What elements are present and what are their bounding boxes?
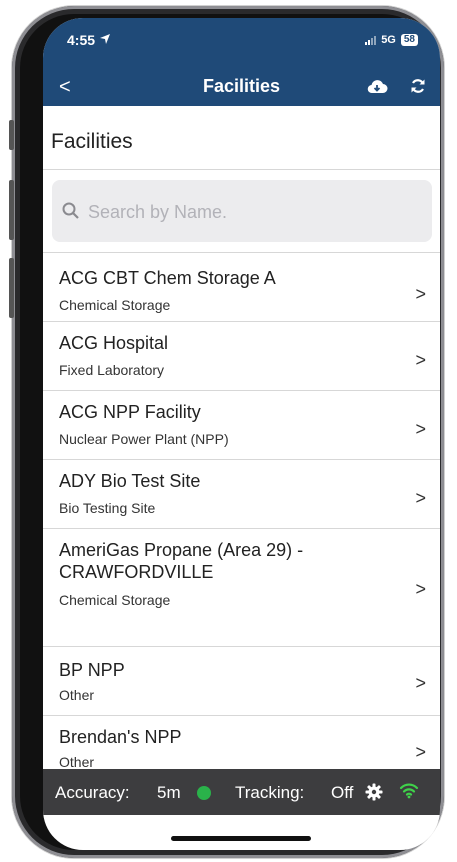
facility-type: Chemical Storage <box>59 297 171 313</box>
list-item[interactable]: AmeriGas Propane (Area 29) - CRAWFORDVIL… <box>43 529 440 647</box>
search-input[interactable] <box>86 194 420 230</box>
tracking-value: Off <box>331 783 354 802</box>
tracking-settings-button[interactable] <box>365 783 383 806</box>
chevron-right-icon: > <box>415 419 426 439</box>
facility-type: Other <box>59 687 95 703</box>
section-heading: Facilities <box>43 106 440 170</box>
status-time: 4:55 <box>67 32 111 48</box>
facility-type: Fixed Laboratory <box>59 362 165 378</box>
list-item[interactable]: ADY Bio Test Site Bio Testing Site > <box>43 460 440 529</box>
status-indicators: 5G 58 <box>365 34 418 46</box>
accuracy-label: Accuracy: <box>55 783 130 802</box>
location-arrow-icon <box>99 34 110 44</box>
facility-name: ACG Hospital <box>59 333 169 353</box>
tracking-label: Tracking: <box>235 783 305 802</box>
facility-type: Nuclear Power Plant (NPP) <box>59 431 229 447</box>
gear-icon <box>365 783 383 801</box>
chevron-right-icon: > <box>415 579 426 599</box>
home-indicator[interactable] <box>171 836 311 841</box>
network-type: 5G <box>381 34 396 46</box>
section-heading-text: Facilities <box>51 130 133 153</box>
facility-type: Bio Testing Site <box>59 500 156 516</box>
signal-icon <box>365 35 377 45</box>
status-bar: 4:55 5G 58 <box>43 32 440 54</box>
list-item[interactable]: ACG Hospital Fixed Laboratory > <box>43 322 440 391</box>
wifi-icon <box>399 783 419 799</box>
list-item[interactable]: BP NPP Other > <box>43 647 440 716</box>
refresh-icon <box>411 79 425 93</box>
chevron-right-icon: > <box>415 350 426 370</box>
facility-list: ACG CBT Chem Storage A Chemical Storage … <box>43 252 440 776</box>
facility-name: ADY Bio Test Site <box>59 471 201 491</box>
gps-status-dot <box>197 786 211 800</box>
facility-name: ACG CBT Chem Storage A <box>59 268 276 288</box>
search-box[interactable] <box>52 180 432 242</box>
app-screen: 4:55 5G 58 < Facilities Facilities Searc… <box>43 18 440 850</box>
facility-type: Chemical Storage <box>59 592 171 608</box>
volume-down-button <box>9 258 14 318</box>
list-item[interactable]: Brendan's NPP Other > <box>43 716 440 776</box>
nav-bar: < Facilities <box>43 68 440 104</box>
facility-name: BP NPP <box>59 660 125 680</box>
wifi-button[interactable] <box>399 781 419 804</box>
volume-up-button <box>9 180 14 240</box>
cloud-download-icon <box>367 80 388 94</box>
chevron-right-icon: > <box>415 284 426 304</box>
facility-name: ACG NPP Facility <box>59 402 201 422</box>
cloud-download-button[interactable] <box>366 78 388 99</box>
list-item[interactable]: ACG NPP Facility Nuclear Power Plant (NP… <box>43 391 440 460</box>
chevron-right-icon: > <box>415 742 426 762</box>
chevron-right-icon: > <box>415 488 426 508</box>
facility-name: Brendan's NPP <box>59 727 182 747</box>
app-header: 4:55 5G 58 < Facilities <box>43 18 440 106</box>
facility-name: AmeriGas Propane (Area 29) - CRAWFORDVIL… <box>59 540 304 582</box>
refresh-button[interactable] <box>410 78 426 99</box>
list-item[interactable]: ACG CBT Chem Storage A Chemical Storage … <box>43 253 440 322</box>
gps-status-bar: Accuracy: 5m Tracking: Off <box>43 769 440 815</box>
chevron-right-icon: > <box>415 673 426 693</box>
battery-icon: 58 <box>400 34 418 46</box>
search-icon <box>62 202 79 219</box>
facility-type: Other <box>59 754 95 770</box>
accuracy-value: 5m <box>157 783 181 802</box>
mute-switch <box>9 120 14 150</box>
